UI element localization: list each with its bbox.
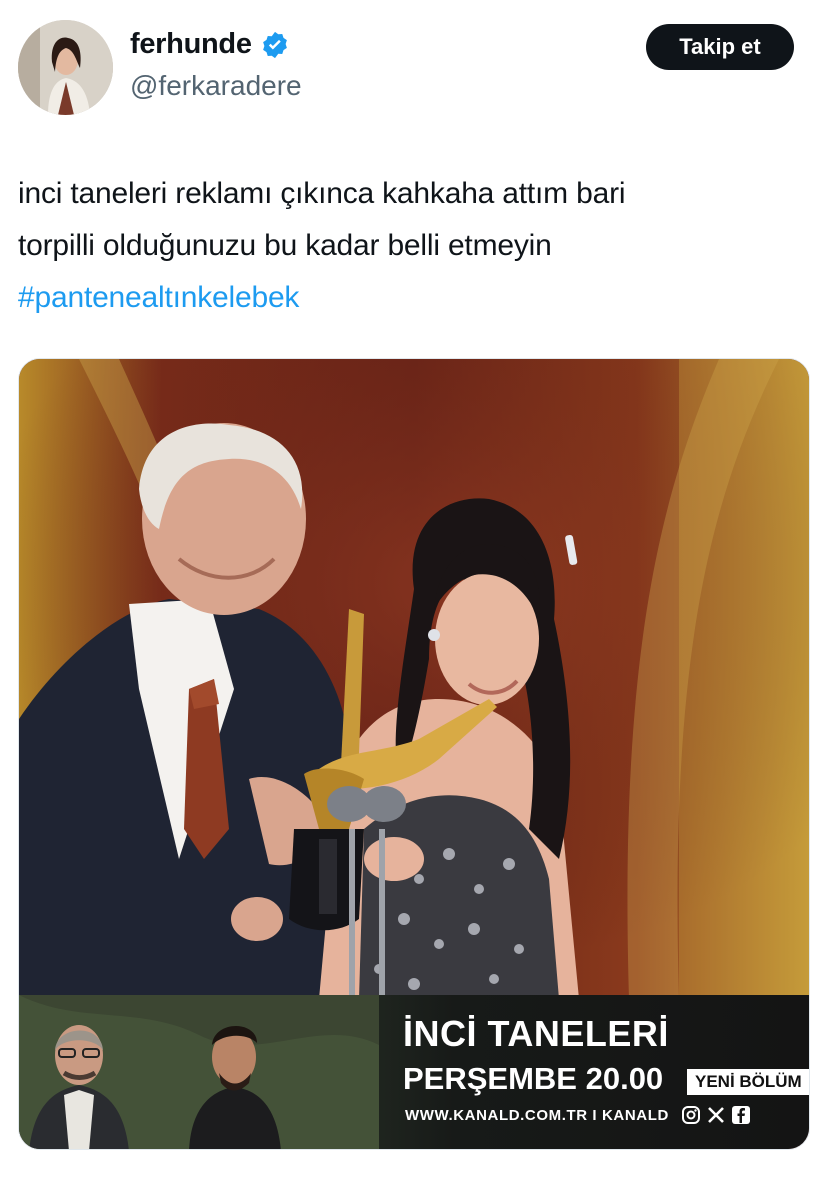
hashtag-link[interactable]: #pantenealtınkelebek	[18, 272, 808, 324]
follow-button[interactable]: Takip et	[646, 24, 794, 70]
avatar[interactable]	[18, 20, 113, 115]
x-icon	[706, 1105, 726, 1125]
tweet-text-line: inci taneleri reklamı çıkınca kahkaha at…	[18, 177, 626, 210]
author-handle[interactable]: @ferkaradere	[130, 70, 302, 102]
facebook-icon	[731, 1105, 751, 1125]
ad-schedule: PERŞEMBE 20.00	[403, 1061, 664, 1096]
ad-title: İNCİ TANELERİ	[403, 1013, 669, 1054]
instagram-icon	[681, 1105, 701, 1125]
ad-social-icons	[681, 1105, 751, 1125]
ad-cast-photo	[19, 995, 379, 1149]
tweet-header: ferhunde @ferkaradere Takip et	[0, 0, 828, 130]
display-name[interactable]: ferhunde	[130, 28, 252, 61]
tweet-text-line: torpilli olduğunuzu bu kadar belli etmey…	[18, 229, 552, 262]
ad-url: WWW.KANALD.COM.TR I KANALD	[405, 1107, 669, 1124]
award-ceremony-photo	[19, 359, 809, 999]
verified-badge-icon	[260, 30, 290, 60]
ad-new-episode-badge: YENİ BÖLÜM	[687, 1069, 809, 1095]
tweet-media[interactable]: İNCİ TANELERİ PERŞEMBE 20.00 YENİ BÖLÜM …	[18, 358, 810, 1150]
profile-photo-icon	[18, 20, 113, 115]
tweet-text: inci taneleri reklamı çıkınca kahkaha at…	[18, 168, 808, 324]
author-name-row: ferhunde	[130, 28, 290, 61]
tv-ad-banner: İNCİ TANELERİ PERŞEMBE 20.00 YENİ BÖLÜM …	[19, 995, 809, 1149]
